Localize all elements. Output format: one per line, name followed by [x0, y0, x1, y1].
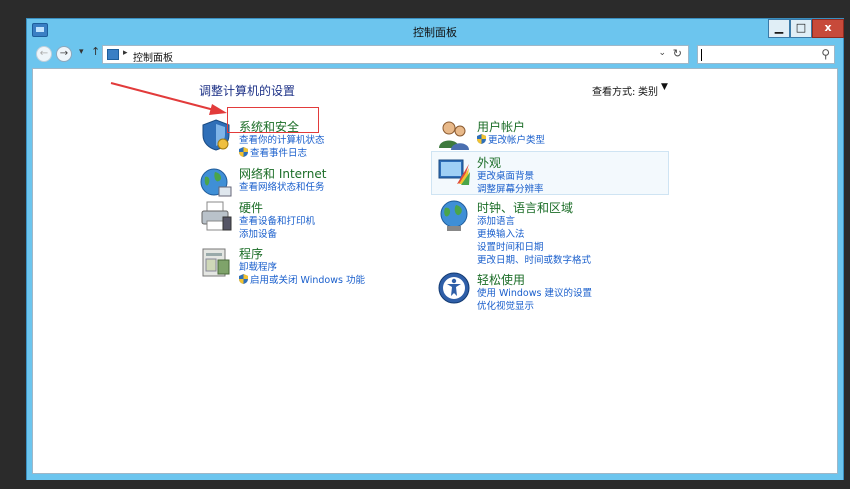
refresh-icon[interactable]: ↻: [673, 47, 682, 60]
text-caret: [701, 49, 702, 61]
category-link-shielded[interactable]: 查看事件日志: [239, 145, 307, 159]
category-link-label[interactable]: 启用或关闭 Windows 功能: [250, 275, 365, 286]
category-link-label[interactable]: 查看事件日志: [250, 148, 307, 159]
forward-button[interactable]: →: [56, 46, 72, 62]
category-link[interactable]: 查看网络状态和任务: [239, 179, 325, 193]
window-bottom-border: [27, 474, 843, 480]
users-icon: [439, 121, 469, 150]
category-link[interactable]: 更改桌面背景: [477, 168, 534, 182]
category-link-label[interactable]: 更改帐户类型: [488, 135, 545, 146]
category-link[interactable]: 查看你的计算机状态: [239, 132, 325, 146]
maximize-button[interactable]: □: [790, 19, 812, 38]
content-pane: 调整计算机的设置 查看方式: 类别 ▼ 系统和安全 查看你的计算机状态 查看事件…: [32, 68, 838, 474]
breadcrumb-control-panel[interactable]: 控制面板: [133, 49, 173, 64]
printer-icon: [201, 201, 232, 231]
minimize-button[interactable]: ▁: [768, 19, 790, 38]
view-by-dropdown[interactable]: 类别: [638, 83, 658, 98]
category-link-shielded[interactable]: 启用或关闭 Windows 功能: [239, 272, 365, 286]
control-panel-window: 控制面板 ▁ □ x ← → ▾ ↑ ▸ 控制面板 ⌄ ↻ ⚲ 调整计算机的设置…: [26, 18, 844, 480]
category-link[interactable]: 添加设备: [239, 226, 277, 240]
breadcrumb-separator[interactable]: ▸: [123, 48, 128, 58]
close-button[interactable]: x: [812, 19, 844, 38]
uac-shield-icon: [239, 274, 248, 284]
window-title: 控制面板: [413, 26, 457, 39]
category-link[interactable]: 优化视觉显示: [477, 298, 534, 312]
category-link[interactable]: 调整屏幕分辨率: [477, 181, 544, 195]
uac-shield-icon: [477, 134, 486, 144]
globe-network-icon: [200, 168, 232, 197]
category-link[interactable]: 添加语言: [477, 213, 515, 227]
appearance-icon: [438, 159, 470, 185]
category-link[interactable]: 卸载程序: [239, 259, 277, 273]
up-icon[interactable]: ↑: [91, 45, 100, 58]
control-panel-small-icon: [107, 49, 119, 60]
address-dropdown-icon[interactable]: ⌄: [658, 48, 666, 58]
category-link[interactable]: 查看设备和打印机: [239, 213, 315, 227]
annotation-highlight-box: [227, 107, 319, 133]
recent-pages-icon[interactable]: ▾: [79, 47, 84, 57]
category-link[interactable]: 使用 Windows 建议的设置: [477, 285, 592, 299]
globe-clock-icon: [440, 200, 468, 231]
chevron-down-icon[interactable]: ▼: [661, 82, 668, 92]
address-bar[interactable]: ▸ 控制面板 ⌄ ↻: [102, 45, 689, 64]
category-link-shielded[interactable]: 更改帐户类型: [477, 132, 545, 146]
uac-shield-icon: [239, 147, 248, 157]
ease-of-access-icon: [438, 272, 470, 304]
title-bar[interactable]: 控制面板 ▁ □ x: [27, 19, 844, 43]
back-button[interactable]: ←: [36, 46, 52, 62]
navigation-bar: ← → ▾ ↑ ▸ 控制面板 ⌄ ↻ ⚲: [32, 44, 838, 64]
view-by-label: 查看方式:: [592, 87, 636, 98]
page-title: 调整计算机的设置: [199, 84, 296, 98]
search-input[interactable]: ⚲: [697, 45, 835, 64]
programs-icon: [202, 248, 230, 277]
category-link[interactable]: 更改日期、时间或数字格式: [477, 252, 591, 266]
category-link[interactable]: 更换输入法: [477, 226, 525, 240]
category-link[interactable]: 设置时间和日期: [477, 239, 544, 253]
search-icon[interactable]: ⚲: [821, 47, 830, 61]
